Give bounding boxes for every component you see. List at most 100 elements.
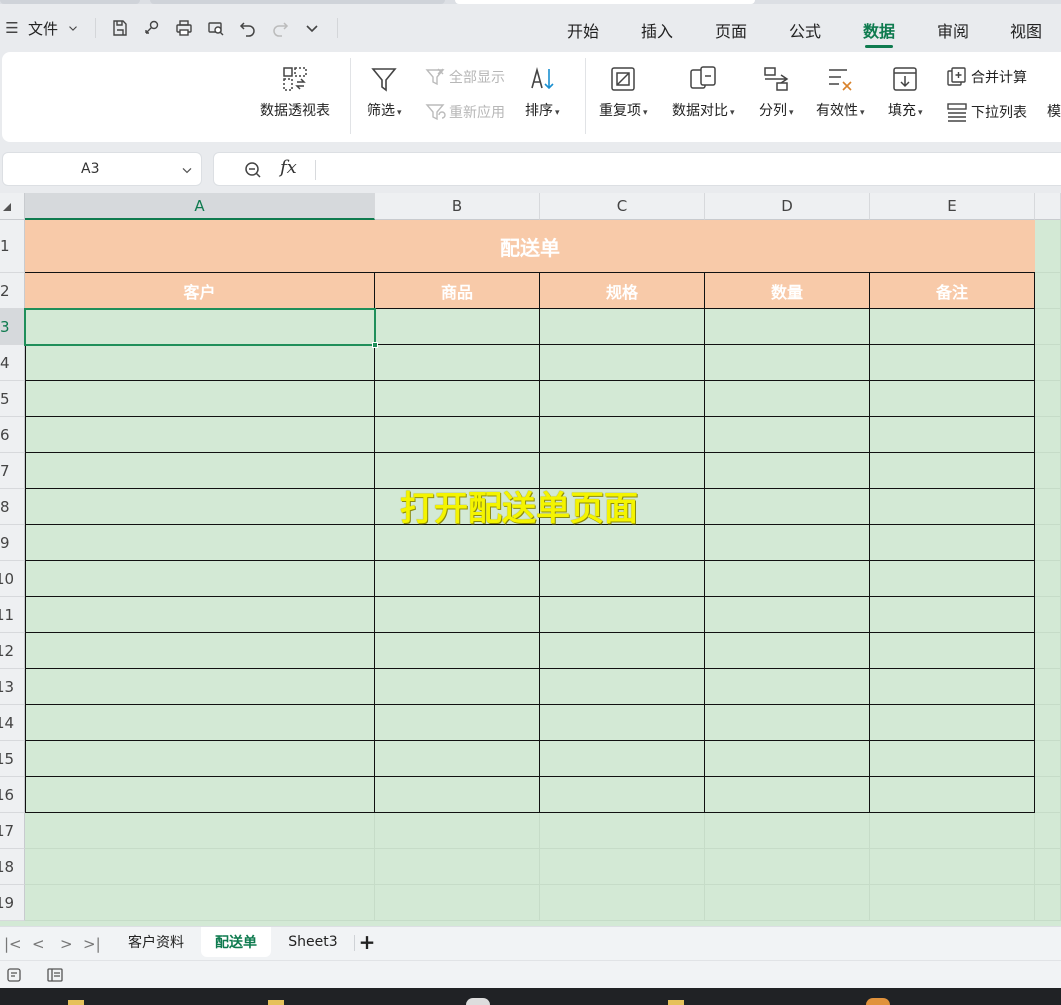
- grid-cell[interactable]: [870, 813, 1035, 849]
- file-menu-label[interactable]: 文件: [28, 18, 58, 38]
- column-header-c[interactable]: C: [540, 193, 705, 220]
- table-cell[interactable]: [375, 381, 540, 417]
- grid-cell[interactable]: [1035, 525, 1061, 561]
- grid-cell[interactable]: [870, 849, 1035, 885]
- fill-button[interactable]: 填充 ▾: [888, 64, 923, 120]
- table-cell[interactable]: [870, 561, 1035, 597]
- row-header-1[interactable]: 1: [0, 220, 25, 273]
- chevron-down-icon[interactable]: [66, 18, 80, 38]
- data-compare-button[interactable]: 数据对比 ▾: [672, 64, 735, 120]
- table-cell[interactable]: [25, 453, 375, 489]
- table-cell[interactable]: [705, 345, 870, 381]
- table-cell[interactable]: [25, 633, 375, 669]
- last-sheet-icon[interactable]: >|: [83, 935, 101, 953]
- grid-cell[interactable]: [375, 849, 540, 885]
- table-cell[interactable]: [870, 489, 1035, 525]
- print-icon[interactable]: [174, 18, 194, 38]
- macro-record-icon[interactable]: [6, 966, 24, 984]
- tab-review[interactable]: 审阅: [937, 18, 969, 42]
- table-cell[interactable]: [705, 633, 870, 669]
- row-header-5[interactable]: 5: [0, 381, 25, 417]
- table-cell[interactable]: [870, 525, 1035, 561]
- table-cell[interactable]: [540, 525, 705, 561]
- table-cell[interactable]: [540, 705, 705, 741]
- table-cell[interactable]: [375, 669, 540, 705]
- table-cell[interactable]: [540, 345, 705, 381]
- grid-cell[interactable]: [705, 849, 870, 885]
- sheet-tab-sheet3[interactable]: Sheet3: [276, 927, 350, 957]
- table-cell[interactable]: [375, 597, 540, 633]
- spreadsheet-grid[interactable]: ABCDE 12345678910111213141516171819 配送单客…: [0, 193, 1061, 926]
- row-header-6[interactable]: 6: [0, 417, 25, 453]
- next-sheet-icon[interactable]: >: [60, 935, 73, 953]
- table-cell[interactable]: [375, 345, 540, 381]
- grid-cell[interactable]: [705, 813, 870, 849]
- row-header-8[interactable]: 8: [0, 489, 25, 525]
- layout-view-icon[interactable]: [46, 966, 64, 984]
- table-cell[interactable]: [705, 381, 870, 417]
- prev-sheet-icon[interactable]: <: [32, 935, 45, 953]
- grid-cell[interactable]: [1035, 849, 1061, 885]
- tab-view[interactable]: 视图: [1010, 18, 1042, 42]
- reapply-button[interactable]: 重新应用: [424, 101, 505, 123]
- taskbar-app-icon[interactable]: [68, 1000, 84, 1005]
- table-cell[interactable]: [540, 309, 705, 345]
- grid-cell[interactable]: [375, 813, 540, 849]
- row-header-19[interactable]: 19: [0, 885, 25, 921]
- grid-cell[interactable]: [1035, 813, 1061, 849]
- table-cell[interactable]: [25, 489, 375, 525]
- grid-cell[interactable]: [540, 849, 705, 885]
- table-cell[interactable]: [25, 417, 375, 453]
- table-cell[interactable]: [870, 345, 1035, 381]
- sheet-tab-customer[interactable]: 客户资料: [115, 927, 197, 957]
- row-header-15[interactable]: 15: [0, 741, 25, 777]
- pivot-table-button[interactable]: 数据透视表: [260, 64, 330, 120]
- column-header-f[interactable]: [1035, 193, 1061, 220]
- grid-cell[interactable]: [1035, 777, 1061, 813]
- table-cell[interactable]: [540, 597, 705, 633]
- tab-insert[interactable]: 插入: [641, 18, 673, 42]
- table-cell[interactable]: [25, 381, 375, 417]
- grid-cell[interactable]: [1035, 345, 1061, 381]
- filter-button[interactable]: 筛选 ▾: [367, 64, 402, 120]
- grid-cell[interactable]: [25, 813, 375, 849]
- grid-cell[interactable]: [1035, 561, 1061, 597]
- row-header-4[interactable]: 4: [0, 345, 25, 381]
- table-cell[interactable]: [870, 453, 1035, 489]
- first-sheet-icon[interactable]: |<: [4, 935, 22, 953]
- table-cell[interactable]: [25, 777, 375, 813]
- grid-cell[interactable]: [375, 885, 540, 921]
- table-cell[interactable]: [540, 561, 705, 597]
- column-heading-cell[interactable]: 备注: [870, 273, 1035, 309]
- table-cell[interactable]: [705, 669, 870, 705]
- column-header-e[interactable]: E: [870, 193, 1035, 220]
- table-cell[interactable]: [870, 777, 1035, 813]
- table-cell[interactable]: [375, 417, 540, 453]
- table-cell[interactable]: [705, 741, 870, 777]
- table-cell[interactable]: [705, 417, 870, 453]
- chevron-down-icon[interactable]: [179, 162, 195, 178]
- more-ribbon-button[interactable]: 模: [1047, 101, 1061, 121]
- table-cell[interactable]: [870, 741, 1035, 777]
- table-cell[interactable]: [540, 777, 705, 813]
- table-cell[interactable]: [705, 597, 870, 633]
- table-cell[interactable]: [870, 381, 1035, 417]
- print-preview-icon[interactable]: [206, 18, 226, 38]
- row-header-17[interactable]: 17: [0, 813, 25, 849]
- table-cell[interactable]: [705, 489, 870, 525]
- taskbar-app-icon[interactable]: [466, 998, 490, 1005]
- duplicates-button[interactable]: 重复项 ▾: [599, 64, 648, 120]
- tab-data[interactable]: 数据: [863, 18, 895, 48]
- row-header-9[interactable]: 9: [0, 525, 25, 561]
- grid-cell[interactable]: [1035, 741, 1061, 777]
- column-heading-cell[interactable]: 客户: [25, 273, 375, 309]
- table-cell[interactable]: [870, 309, 1035, 345]
- table-cell[interactable]: [540, 381, 705, 417]
- grid-cell[interactable]: [25, 849, 375, 885]
- tab-formula[interactable]: 公式: [789, 18, 821, 42]
- grid-cell[interactable]: [1035, 705, 1061, 741]
- more-chevron-icon[interactable]: [302, 18, 322, 38]
- table-cell[interactable]: [375, 525, 540, 561]
- grid-cell[interactable]: [1035, 220, 1061, 273]
- taskbar-app-icon[interactable]: [268, 1000, 284, 1005]
